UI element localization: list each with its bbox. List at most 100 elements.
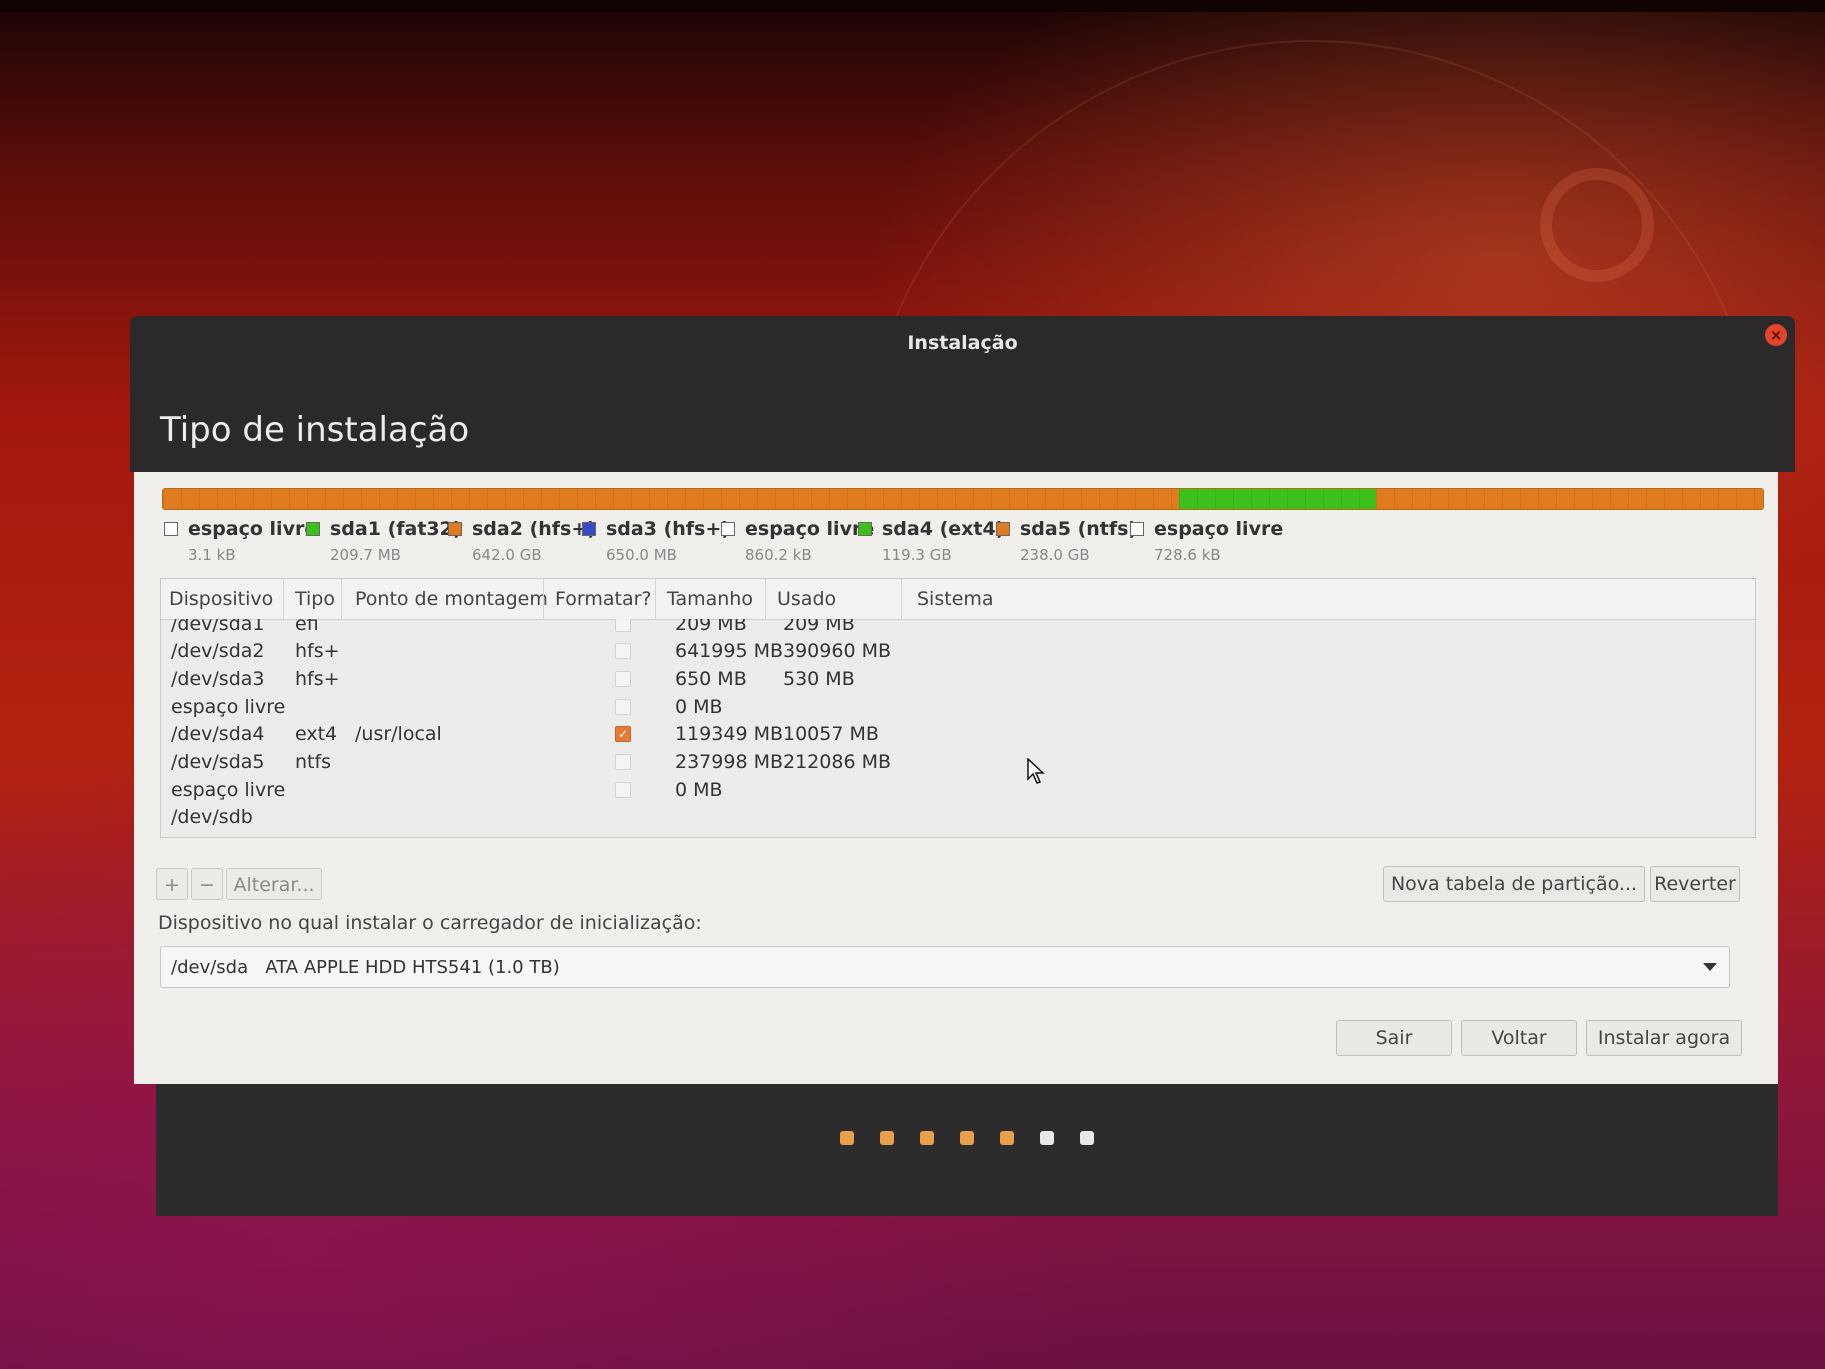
cell-device: /dev/sdb xyxy=(171,806,253,828)
window-title: Instalação xyxy=(907,332,1018,354)
cell-used: 10057 MB xyxy=(783,723,879,745)
wallpaper-logo-ring xyxy=(1540,168,1654,282)
legend-name: sda2 (hfs+) xyxy=(472,518,596,540)
col-header-mount[interactable]: Ponto de montagem xyxy=(355,588,548,610)
dropdown-arrow-icon xyxy=(1703,963,1717,971)
legend-size: 238.0 GB xyxy=(1020,546,1090,564)
step-dot xyxy=(1040,1131,1054,1145)
format-checkbox[interactable] xyxy=(615,619,631,632)
cell-size: 650 MB xyxy=(675,668,747,690)
cell-size: 0 MB xyxy=(675,779,723,801)
cell-used: 212086 MB xyxy=(783,751,891,773)
page-header: Tipo de instalação xyxy=(130,372,1795,472)
step-progress xyxy=(156,1130,1778,1149)
legend-name: espaço livre xyxy=(1154,518,1284,540)
cell-used: 390960 MB xyxy=(783,640,891,662)
cell-size: 209 MB xyxy=(675,619,747,635)
table-body: /dev/sda1 efi 209 MB 209 MB/dev/sda2 hfs+ 641… xyxy=(161,619,1755,837)
install-now-button[interactable]: Instalar agora xyxy=(1586,1020,1742,1056)
bootloader-device-select[interactable]: /dev/sda ATA APPLE HDD HTS541 (1.0 TB) xyxy=(160,946,1730,988)
partition-bar xyxy=(162,488,1764,510)
cell-device: /dev/sda1 xyxy=(171,619,265,635)
cell-device: /dev/sda4 xyxy=(171,723,265,745)
legend-swatch xyxy=(858,522,872,536)
cell-device: espaço livre xyxy=(171,779,286,801)
col-header-format[interactable]: Formatar? xyxy=(555,588,652,610)
col-header-system[interactable]: Sistema xyxy=(917,588,994,610)
installer-footer xyxy=(156,1084,1778,1216)
partition-legend: espaço livre 3.1 kB sda1 (fat32) 209.7 MB sd… xyxy=(164,518,1764,568)
format-checkbox[interactable]: ✓ xyxy=(615,726,631,742)
cell-device: /dev/sda3 xyxy=(171,668,265,690)
legend-swatch xyxy=(306,522,320,536)
cell-type: ntfs xyxy=(295,751,332,773)
legend-size: 650.0 MB xyxy=(606,546,677,564)
cell-type: hfs+ xyxy=(295,640,340,662)
format-checkbox[interactable] xyxy=(615,671,631,687)
new-partition-table-button[interactable]: Nova tabela de partição... xyxy=(1383,866,1645,902)
cell-device: /dev/sda2 xyxy=(171,640,265,662)
col-header-device[interactable]: Dispositivo xyxy=(169,588,273,610)
cell-size: 237998 MB xyxy=(675,751,783,773)
legend-size: 209.7 MB xyxy=(330,546,401,564)
legend-name: sda3 (hfs+) xyxy=(606,518,730,540)
step-dot xyxy=(960,1131,974,1145)
cell-used: 209 MB xyxy=(783,619,855,635)
cell-size: 641995 MB xyxy=(675,640,783,662)
cell-device: /dev/sda5 xyxy=(171,751,265,773)
legend-name: sda5 (ntfs) xyxy=(1020,518,1138,540)
partition-bar-segment xyxy=(1179,489,1376,509)
cell-type: hfs+ xyxy=(295,668,340,690)
legend-name: espaço livre xyxy=(745,518,875,540)
partition-bar-segment xyxy=(1375,489,1763,509)
close-icon[interactable]: × xyxy=(1765,324,1787,346)
legend-swatch xyxy=(721,522,735,536)
legend-size: 860.2 kB xyxy=(745,546,812,564)
format-checkbox[interactable] xyxy=(615,754,631,770)
legend-swatch xyxy=(996,522,1010,536)
legend-swatch xyxy=(1130,522,1144,536)
format-checkbox[interactable] xyxy=(615,699,631,715)
titlebar: Instalação × xyxy=(130,316,1795,372)
legend-swatch xyxy=(448,522,462,536)
cell-used: 530 MB xyxy=(783,668,855,690)
partition-table: Dispositivo Tipo Ponto de montagem Forma… xyxy=(160,578,1756,838)
change-partition-button[interactable]: Alterar... xyxy=(226,868,322,900)
legend-size: 642.0 GB xyxy=(472,546,542,564)
revert-button[interactable]: Reverter xyxy=(1650,866,1740,902)
step-dot xyxy=(1000,1131,1014,1145)
legend-name: sda1 (fat32) xyxy=(330,518,462,540)
screen-top-bar xyxy=(0,0,1825,12)
back-button[interactable]: Voltar xyxy=(1461,1020,1577,1056)
col-header-size[interactable]: Tamanho xyxy=(667,588,753,610)
installer-window: Instalação × Tipo de instalação espaço l… xyxy=(130,316,1795,1216)
legend-swatch xyxy=(164,522,178,536)
col-header-type[interactable]: Tipo xyxy=(295,588,335,610)
remove-partition-button[interactable]: − xyxy=(191,868,223,900)
legend-size: 728.6 kB xyxy=(1154,546,1221,564)
cell-size: 119349 MB xyxy=(675,723,783,745)
cell-mount: /usr/local xyxy=(355,723,442,745)
table-row[interactable]: /dev/sdb xyxy=(161,802,1755,834)
add-partition-button[interactable]: + xyxy=(156,868,188,900)
table-header: Dispositivo Tipo Ponto de montagem Forma… xyxy=(161,579,1755,620)
cell-device: espaço livre xyxy=(171,696,286,718)
bootloader-label: Dispositivo no qual instalar o carregado… xyxy=(158,912,702,934)
legend-name: sda4 (ext4) xyxy=(882,518,1005,540)
partition-bar-segment xyxy=(163,489,1179,509)
bootloader-device-value: /dev/sda ATA APPLE HDD HTS541 (1.0 TB) xyxy=(171,957,560,978)
format-checkbox[interactable] xyxy=(615,643,631,659)
cell-size: 0 MB xyxy=(675,696,723,718)
legend-size: 119.3 GB xyxy=(882,546,952,564)
quit-button[interactable]: Sair xyxy=(1336,1020,1452,1056)
cell-type: ext4 xyxy=(295,723,338,745)
col-header-used[interactable]: Usado xyxy=(777,588,836,610)
format-checkbox[interactable] xyxy=(615,782,631,798)
legend-swatch xyxy=(582,522,596,536)
cell-type: efi xyxy=(295,619,319,635)
page-title: Tipo de instalação xyxy=(160,410,470,450)
step-dot xyxy=(840,1131,854,1145)
step-dot xyxy=(880,1131,894,1145)
legend-size: 3.1 kB xyxy=(188,546,236,564)
step-dot xyxy=(1080,1131,1094,1145)
